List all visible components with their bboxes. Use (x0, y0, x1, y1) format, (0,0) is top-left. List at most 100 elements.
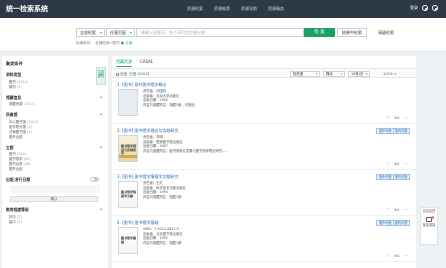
chevron-up-icon[interactable]: ▴ (100, 95, 102, 99)
book-cover-text: 图书馆学基础 (121, 236, 137, 244)
search-input[interactable]: 请输入检索词，多个词可用空格分隔 (136, 28, 304, 37)
selected-count: 已选 0/1012 (129, 72, 150, 76)
date-toggle[interactable] (90, 177, 99, 182)
more-icon[interactable]: ⋯ (404, 115, 408, 120)
tab-casal[interactable]: CASAL (140, 59, 153, 67)
favorite-icon[interactable]: ♡ (386, 161, 389, 166)
availability-tag[interactable]: 馆内可借 (392, 174, 410, 180)
filter-group-title[interactable]: 主题 ▴ (6, 145, 104, 151)
citation-count[interactable]: 64 (394, 161, 399, 166)
favorite-icon[interactable]: ♡ (386, 253, 389, 258)
cover-band (119, 155, 137, 158)
user-area: 登录 (410, 5, 438, 11)
select-all[interactable]: 全选 已选 0/1012 (116, 72, 150, 77)
book-cover[interactable]: 图书馆学理论与实践研究 (118, 135, 138, 162)
batch-count-badge: 0 (430, 215, 434, 220)
order-select[interactable]: 降序 (323, 71, 345, 78)
result-meta: 责任者：李明 出版者：国家图书馆出版社 出版日期：2007 内容与馆藏附注：图书… (143, 135, 229, 153)
tab-holdings[interactable]: 馆藏资源 (116, 59, 132, 67)
help-icon[interactable] (432, 5, 438, 11)
citation-count[interactable]: 64 (394, 253, 399, 258)
match-select[interactable]: 任意匹配 (106, 28, 135, 37)
results-panel: 馆藏资源 CASAL 全选 已选 0/1012 相关度 降序 10条/页 1/1… (112, 56, 416, 268)
favorite-icon[interactable]: ♡ (386, 207, 389, 212)
book-cover[interactable]: 图书馆学情报学文献 (118, 181, 138, 208)
citation-count[interactable]: 64 (394, 115, 399, 120)
filter-group-date: 出版/发行日期 确认 (6, 177, 104, 202)
search-button[interactable]: 检 索 (304, 28, 335, 37)
availability-tag[interactable]: 馆外可借 (376, 220, 394, 226)
nav-item-navigation[interactable]: 资源导航 (241, 6, 257, 12)
expand-all-link[interactable]: 展开全部 (6, 167, 104, 172)
result-title[interactable]: 2. [图书] 图书馆学理论与实践研究 (117, 128, 179, 134)
result-title[interactable]: 4. [图书] 图书馆学基础 (117, 220, 159, 226)
facet-item[interactable]: 馆藏资源 (1012) (6, 102, 104, 107)
more-icon[interactable]: ⋯ (404, 207, 408, 212)
confirm-button[interactable]: 确认 (10, 196, 98, 202)
filter-panel-title: 聚类条件 (6, 61, 23, 66)
book-cover-text: 图书馆学情报学文献 (121, 190, 137, 198)
chevron-up-icon[interactable]: ▴ (100, 72, 102, 76)
floating-toolbar: 意见反馈 0 批量选择 (420, 207, 438, 245)
chevron-up-icon[interactable]: ▴ (100, 145, 102, 149)
filter-group-type: 资料类型 ▴ 图书 (1011) 期刊 (1) (6, 72, 104, 90)
result-item: 3. [图书] 图书馆学情报学文献研究 馆内可借 馆外可借 图书馆学情报学文献 … (112, 172, 416, 216)
result-actions: ♡ 64 ⋯ (386, 115, 408, 120)
batch-select-icon[interactable]: 0 (426, 215, 434, 222)
nav-item-recommend[interactable]: 资源推荐 (214, 6, 230, 12)
page-size-select[interactable]: 10条/页 (348, 71, 370, 78)
more-icon[interactable]: ⋯ (404, 253, 408, 258)
filter-group-education: 教育程度等级 ▴ 初中 (2) 高中 (1) (6, 207, 104, 225)
availability-tag[interactable]: 馆内可借 (392, 128, 410, 134)
filter-group-title[interactable]: 所属馆 ▴ (6, 112, 104, 118)
result-item: 2. [图书] 图书馆学理论与实践研究 馆内可借 馆外可借 图书馆学理论与实践研… (112, 126, 416, 170)
date-range-slider[interactable] (10, 185, 100, 193)
checkbox[interactable] (116, 72, 119, 76)
result-actions: ♡ 64 ⋯ (386, 253, 408, 258)
filter-group-title[interactable]: 资料类型 ▴ (6, 72, 104, 78)
filter-group-title[interactable]: 教育程度等级 ▴ (6, 207, 104, 213)
facet-item[interactable]: 高中 (1) (6, 220, 104, 225)
result-title[interactable]: 3. [图书] 图书馆学情报学文献研究 (117, 174, 179, 180)
result-title[interactable]: 1. [图书] 现代图书馆学概论 (117, 82, 167, 88)
book-cover-placeholder[interactable] (118, 89, 138, 116)
nav-item-services[interactable]: 资源服务 (268, 6, 284, 12)
expand-all-link[interactable]: 展开全部 (6, 135, 104, 140)
date-filter-title: 出版/发行日期 (6, 177, 104, 183)
filter-group-title[interactable]: 馆藏信息 ▴ (6, 95, 104, 101)
batch-select-label[interactable]: 批量选择 (421, 222, 437, 228)
pager[interactable]: 1/102 > (383, 72, 397, 76)
top-bar: 统一检索系统 资源检索 资源推荐 资源导航 资源服务 登录 (0, 0, 446, 18)
search-condition-value: 全部检索=图书 (95, 41, 120, 45)
field-select[interactable]: 全部检索 (76, 28, 105, 37)
favorite-icon[interactable]: ♡ (386, 115, 389, 120)
nav-item-retrieval[interactable]: 资源检索 (187, 6, 203, 12)
book-cover[interactable]: 图书馆学基础 (118, 227, 138, 254)
more-icon[interactable]: ⋯ (404, 161, 408, 166)
language-icon[interactable] (422, 5, 428, 11)
subscribe-link[interactable]: ● 订阅 (121, 41, 132, 45)
facet-item[interactable]: 期刊 (1) (6, 85, 104, 90)
result-actions: ♡ 64 ⋯ (386, 207, 408, 212)
result-item: 1. [图书] 现代图书馆学概论 责任者：刘国钧 出版者：北京大学出版社 出版日… (112, 80, 416, 124)
filter-panel: 聚类条件 生成图表 资料类型 ▴ 图书 (1011) 期刊 (1) 馆藏信息 ▴ 馆… (2, 56, 108, 268)
chevron-up-icon[interactable]: ▴ (100, 207, 102, 211)
advanced-search-link[interactable]: 高级检索 (378, 30, 394, 36)
filter-group-library: 所属馆 ▴ 中心图书馆 (1012) 医学院分馆 (1) 法律图书馆 (1) 展开… (6, 112, 104, 140)
availability-tag[interactable]: 馆内可借 (392, 220, 410, 226)
sort-select[interactable]: 相关度 (290, 71, 320, 78)
search-in-results-button[interactable]: 结果中检索 (337, 28, 367, 37)
availability-tag[interactable]: 馆外可借 (376, 174, 394, 180)
search-condition: 检索条件： 全部检索=图书 ● 订阅 (76, 41, 132, 46)
chevron-up-icon[interactable]: ▴ (100, 112, 102, 116)
feedback-button[interactable]: 意见反馈 (421, 208, 437, 214)
citation-count[interactable]: 64 (394, 207, 399, 212)
login-link[interactable]: 登录 (410, 5, 418, 11)
result-meta: 责任者：刘国钧 出版者：北京大学出版社 出版日期：1985 内容与馆藏附注：馆藏… (143, 89, 195, 107)
app-title: 统一检索系统 (6, 5, 48, 13)
result-meta: 责任者：王红 出版者：科学技术文献出版社 出版日期：1993 内容与馆藏附注：馆… (143, 181, 186, 199)
result-meta: ISBN：7-5013-0811-9 出版者：北京图书馆出版社 出版日期：199… (143, 227, 183, 245)
availability-tag[interactable]: 馆外可借 (376, 128, 394, 134)
result-actions: ♡ 64 ⋯ (386, 161, 408, 166)
top-nav: 资源检索 资源推荐 资源导航 资源服务 (187, 6, 284, 12)
